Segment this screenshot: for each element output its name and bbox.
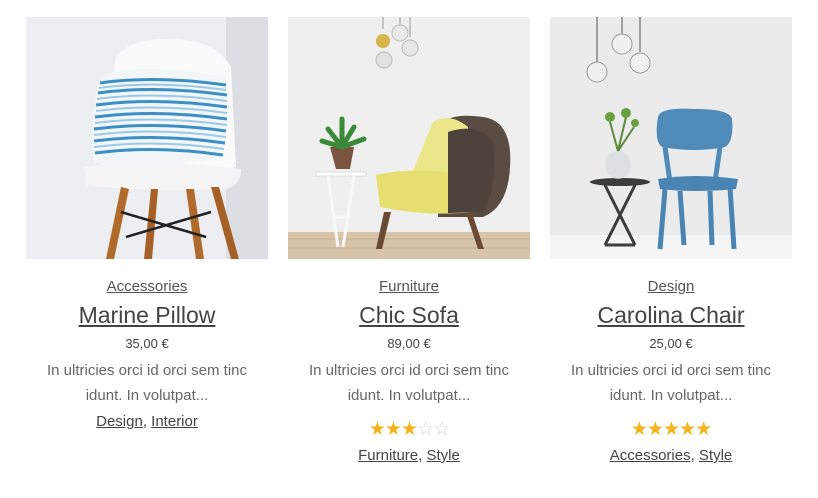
product-image[interactable] [26, 17, 268, 259]
product-price: 89,00 € [387, 336, 431, 351]
star-filled-icon: ★ [384, 419, 402, 440]
product-category-link[interactable]: Design [648, 278, 695, 296]
star-rating: ★★★★★ [550, 420, 792, 440]
product-excerpt: In ultricies orci id orci sem tinc idunt… [308, 362, 510, 404]
star-empty-icon: ☆ [417, 419, 434, 440]
star-empty-icon: ☆ [433, 419, 450, 440]
product-card: Accessories Marine Pillow 35,00 € In ult… [26, 17, 268, 432]
star-rating: ★★★☆☆ [288, 420, 530, 440]
product-card: Design Carolina Chair 25,00 € In ultrici… [550, 17, 792, 466]
product-excerpt: In ultricies orci id orci sem tinc idunt… [570, 362, 772, 404]
product-card: Furniture Chic Sofa 89,00 € In ultricies… [288, 17, 530, 466]
tag-link[interactable]: Interior [151, 413, 198, 430]
product-tags: Design, Interior [96, 413, 198, 430]
tag-link[interactable]: Furniture [358, 447, 418, 464]
product-title-link[interactable]: Chic Sofa [288, 301, 530, 329]
tag-link[interactable]: Accessories [610, 447, 691, 464]
product-category-link[interactable]: Furniture [379, 278, 439, 296]
tag-link[interactable]: Style [427, 447, 460, 464]
star-filled-icon: ★ [679, 419, 696, 440]
star-filled-icon: ★ [368, 419, 386, 440]
product-image[interactable] [288, 17, 530, 259]
product-price: 25,00 € [649, 336, 693, 351]
product-image[interactable] [550, 17, 792, 259]
tag-link[interactable]: Design [96, 413, 143, 430]
product-tags: Furniture, Style [358, 447, 460, 464]
star-filled-icon: ★ [400, 419, 418, 440]
product-grid: Accessories Marine Pillow 35,00 € In ult… [26, 17, 792, 487]
product-title-link[interactable]: Marine Pillow [26, 301, 268, 329]
product-excerpt: In ultricies orci id orci sem tinc idunt… [46, 362, 248, 404]
product-tags: Accessories, Style [609, 447, 733, 464]
star-filled-icon: ★ [646, 419, 664, 440]
tag-link[interactable]: Style [699, 447, 732, 464]
star-filled-icon: ★ [695, 419, 712, 440]
star-filled-icon: ★ [630, 419, 648, 440]
star-filled-icon: ★ [662, 419, 680, 440]
product-category-link[interactable]: Accessories [107, 278, 188, 296]
product-price: 35,00 € [125, 336, 169, 351]
product-title-link[interactable]: Carolina Chair [550, 301, 792, 329]
